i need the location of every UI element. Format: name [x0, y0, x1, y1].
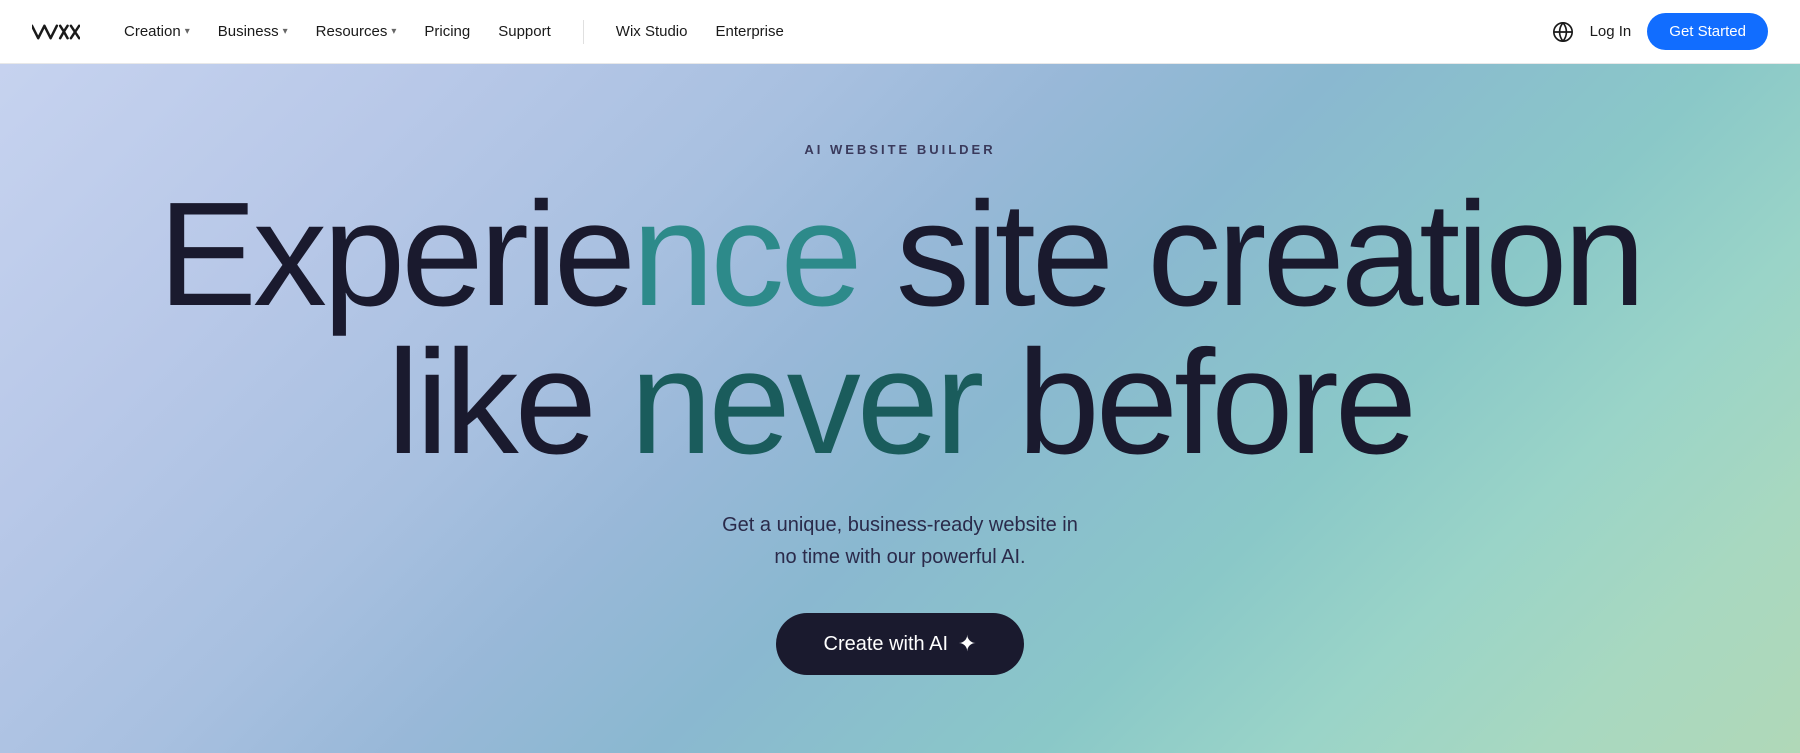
- chevron-down-icon: ▾: [391, 26, 396, 37]
- nav-business-label: Business: [218, 23, 279, 40]
- sparkle-icon: ✦: [958, 631, 976, 657]
- hero-section: AI WEBSITE BUILDER Experience site creat…: [0, 0, 1800, 753]
- hero-eyebrow: AI WEBSITE BUILDER: [804, 142, 995, 157]
- chevron-down-icon: ▾: [185, 26, 190, 37]
- hero-line1: Experience site creation: [158, 181, 1642, 329]
- hero-desc-line2: no time with our powerful AI.: [774, 546, 1025, 568]
- hero-line2-part2: before: [980, 320, 1413, 485]
- hero-line1-part1: Experie: [158, 172, 632, 337]
- nav-item-business[interactable]: Business ▾: [206, 15, 300, 48]
- hero-line2: like never before: [158, 329, 1642, 477]
- nav-item-resources[interactable]: Resources ▾: [304, 15, 409, 48]
- hero-description: Get a unique, business-ready website in …: [722, 509, 1078, 573]
- nav-right: Log In Get Started: [1552, 13, 1768, 50]
- hero-line2-part1: like: [387, 320, 630, 485]
- hero-line1-teal: nce: [632, 172, 859, 337]
- nav-creation-label: Creation: [124, 23, 181, 40]
- nav-pricing-label: Pricing: [424, 23, 470, 40]
- nav-enterprise-label: Enterprise: [715, 23, 783, 40]
- hero-line1-part2: site creation: [859, 172, 1642, 337]
- nav-links: Creation ▾ Business ▾ Resources ▾ Pricin…: [112, 15, 1552, 48]
- chevron-down-icon: ▾: [283, 26, 288, 37]
- create-with-ai-button[interactable]: Create with AI ✦: [776, 613, 1025, 675]
- nav-item-creation[interactable]: Creation ▾: [112, 15, 202, 48]
- create-with-ai-label: Create with AI: [824, 633, 949, 656]
- nav-item-support[interactable]: Support: [486, 15, 563, 48]
- login-link[interactable]: Log In: [1590, 23, 1632, 40]
- language-selector[interactable]: [1552, 21, 1574, 43]
- nav-item-pricing[interactable]: Pricing: [412, 15, 482, 48]
- get-started-button[interactable]: Get Started: [1647, 13, 1768, 50]
- nav-divider: [583, 20, 584, 44]
- nav-resources-label: Resources: [316, 23, 388, 40]
- hero-desc-line1: Get a unique, business-ready website in: [722, 514, 1078, 536]
- wix-logo[interactable]: [32, 17, 80, 47]
- nav-support-label: Support: [498, 23, 551, 40]
- hero-headline: Experience site creation like never befo…: [158, 181, 1642, 477]
- nav-studio-label: Wix Studio: [616, 23, 688, 40]
- hero-line2-teal: never: [630, 320, 980, 485]
- navbar: Creation ▾ Business ▾ Resources ▾ Pricin…: [0, 0, 1800, 64]
- nav-item-enterprise[interactable]: Enterprise: [703, 15, 795, 48]
- nav-item-wix-studio[interactable]: Wix Studio: [604, 15, 700, 48]
